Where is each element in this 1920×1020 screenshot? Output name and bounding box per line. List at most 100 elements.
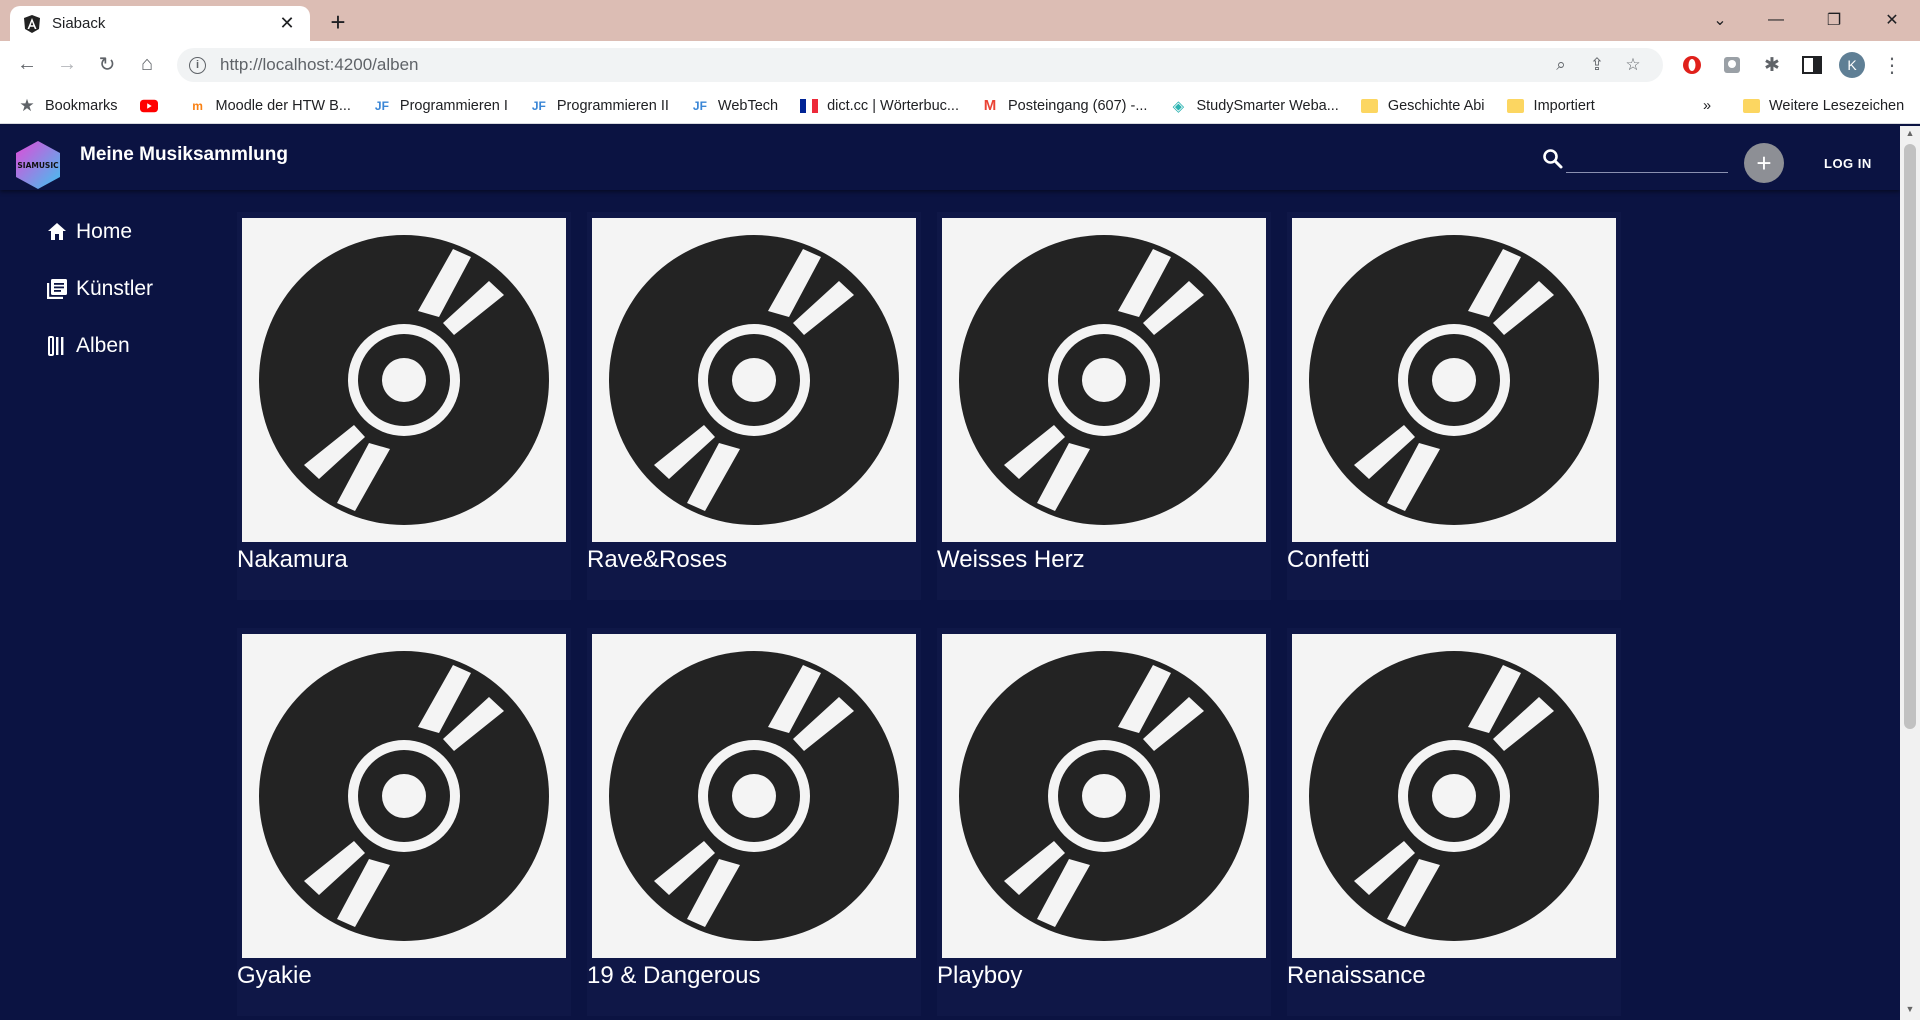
siamusic-logo[interactable]: SIAMUSIC xyxy=(14,139,62,191)
address-bar[interactable]: i http://localhost:4200/alben ⌕ ⇪ ☆ xyxy=(177,48,1663,82)
search-icon[interactable] xyxy=(1542,148,1564,170)
app-page: SIAMUSIC Meine Musiksammlung + LOG IN Ho… xyxy=(0,126,1900,1020)
album-cover xyxy=(592,634,916,958)
album-name: Renaissance xyxy=(1287,962,1426,989)
page-scrollbar[interactable]: ▲ ▼ xyxy=(1900,126,1920,1020)
bookmark-item[interactable]: JF Programmieren I xyxy=(373,97,508,115)
scroll-down-arrow[interactable]: ▼ xyxy=(1904,1004,1916,1016)
restore-button[interactable]: ❐ xyxy=(1814,6,1854,34)
browser-tab[interactable]: Siaback ✕ xyxy=(10,6,310,41)
app-header: SIAMUSIC Meine Musiksammlung + LOG IN xyxy=(0,126,1900,190)
bookmark-star-icon[interactable]: ☆ xyxy=(1615,50,1651,80)
album-card[interactable]: Confetti xyxy=(1287,212,1621,600)
flag-icon xyxy=(800,97,819,115)
back-button[interactable]: ← xyxy=(12,49,42,79)
close-window-button[interactable]: ✕ xyxy=(1872,6,1912,34)
bookmark-item[interactable]: dict.cc | Wörterbuc... xyxy=(800,97,959,115)
nav-item-kuenstler[interactable]: Künstler xyxy=(46,277,153,301)
url-text[interactable]: http://localhost:4200/alben xyxy=(220,55,1543,75)
site-info-icon[interactable]: i xyxy=(189,56,206,74)
search-input[interactable] xyxy=(1566,143,1728,173)
tab-search-icon[interactable]: ⌄ xyxy=(1700,6,1740,34)
disc-icon xyxy=(609,235,899,525)
youtube-icon xyxy=(139,97,158,115)
album-card[interactable]: Nakamura xyxy=(237,212,571,600)
bookmarks-bar: ★ Bookmarks m Moodle der HTW B... JF Pro… xyxy=(0,88,1920,124)
album-card[interactable]: Weisses Herz xyxy=(937,212,1271,600)
forward-button[interactable]: → xyxy=(52,49,82,79)
browser-menu-icon[interactable]: ⋮ xyxy=(1878,51,1906,79)
extension-icon[interactable] xyxy=(1718,51,1746,79)
album-name: Playboy xyxy=(937,962,1023,989)
album-card[interactable]: 19 & Dangerous xyxy=(587,628,921,1016)
album-card[interactable]: Gyakie xyxy=(237,628,571,1016)
disc-icon xyxy=(959,651,1249,941)
bookmark-item[interactable]: ◈ StudySmarter Weba... xyxy=(1169,97,1339,115)
share-icon[interactable]: ⇪ xyxy=(1579,50,1615,80)
album-card[interactable]: Playboy xyxy=(937,628,1271,1016)
scroll-thumb[interactable] xyxy=(1904,144,1916,729)
nav-item-home[interactable]: Home xyxy=(46,220,132,244)
bookmark-item[interactable]: m Moodle der HTW B... xyxy=(189,97,351,115)
disc-icon xyxy=(609,651,899,941)
nav-item-alben[interactable]: Alben xyxy=(46,334,130,358)
add-album-button[interactable]: + xyxy=(1744,143,1784,183)
extensions-puzzle-icon[interactable]: ✱ xyxy=(1758,51,1786,79)
new-tab-button[interactable]: + xyxy=(324,9,352,35)
side-navigation: Home Künstler Alben xyxy=(0,190,230,1020)
disc-icon xyxy=(959,235,1249,525)
home-button[interactable]: ⌂ xyxy=(132,49,162,79)
album-cover xyxy=(942,634,1266,958)
tab-close-icon[interactable]: ✕ xyxy=(276,13,298,34)
album-name: Nakamura xyxy=(237,546,348,573)
bookmark-item[interactable]: JF Programmieren II xyxy=(530,97,669,115)
album-cover xyxy=(1292,634,1616,958)
album-name: Rave&Roses xyxy=(587,546,728,573)
bookmark-item[interactable]: JF WebTech xyxy=(691,97,778,115)
browser-tabstrip: Siaback ✕ + ⌄ — ❐ ✕ xyxy=(0,0,1920,41)
moodle-icon: m xyxy=(192,98,203,113)
folder-icon xyxy=(1361,97,1379,115)
logo-text: SIAMUSIC xyxy=(17,161,59,170)
disc-icon xyxy=(259,235,549,525)
nav-item-label: Künstler xyxy=(76,277,154,300)
folder-icon xyxy=(1742,97,1760,115)
zoom-icon[interactable]: ⌕ xyxy=(1543,50,1579,80)
app-title: Meine Musiksammlung xyxy=(80,144,288,165)
jf-icon: JF xyxy=(374,98,389,113)
library-icon xyxy=(47,279,67,299)
album-cover xyxy=(1292,218,1616,542)
jf-icon: JF xyxy=(692,98,707,113)
bookmark-folder[interactable]: Geschichte Abi xyxy=(1361,97,1485,115)
angular-icon xyxy=(24,14,40,33)
album-icon xyxy=(48,336,64,356)
plus-icon: + xyxy=(1756,148,1772,178)
album-card[interactable]: Rave&Roses xyxy=(587,212,921,600)
star-icon: ★ xyxy=(19,95,35,115)
other-bookmarks-folder[interactable]: Weitere Lesezeichen xyxy=(1742,97,1904,115)
scroll-up-arrow[interactable]: ▲ xyxy=(1904,128,1916,140)
login-button[interactable]: LOG IN xyxy=(1810,146,1886,180)
tab-title: Siaback xyxy=(52,15,106,32)
browser-toolbar: ← → ↻ ⌂ i http://localhost:4200/alben ⌕ … xyxy=(0,41,1920,88)
bookmarks-overflow-button[interactable]: » xyxy=(1703,98,1711,114)
studysmarter-icon: ◈ xyxy=(1172,97,1185,115)
opera-extension-icon[interactable] xyxy=(1678,51,1706,79)
bookmark-folder[interactable]: Importiert xyxy=(1507,97,1595,115)
disc-icon xyxy=(1309,651,1599,941)
nav-item-label: Alben xyxy=(76,334,130,357)
album-name: Weisses Herz xyxy=(937,546,1085,573)
minimize-button[interactable]: — xyxy=(1756,6,1796,34)
album-name: 19 & Dangerous xyxy=(587,962,761,989)
album-card[interactable]: Renaissance xyxy=(1287,628,1621,1016)
bookmark-item[interactable]: M Posteingang (607) -... xyxy=(981,97,1148,115)
side-panel-icon[interactable] xyxy=(1798,51,1826,79)
disc-icon xyxy=(259,651,549,941)
album-cover xyxy=(592,218,916,542)
album-name: Confetti xyxy=(1287,546,1370,573)
gmail-icon: M xyxy=(983,97,997,114)
reload-button[interactable]: ↻ xyxy=(92,49,122,79)
bookmark-item[interactable]: ★ Bookmarks xyxy=(18,95,117,115)
profile-avatar[interactable]: K xyxy=(1838,51,1866,79)
bookmark-item[interactable] xyxy=(139,97,167,115)
